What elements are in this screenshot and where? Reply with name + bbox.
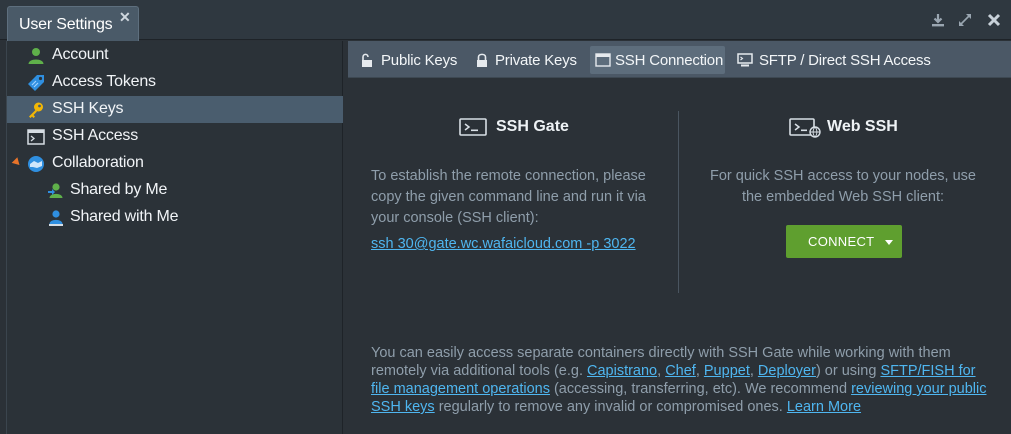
ssh-gate-line-1: To establish the remote connection, plea… — [371, 168, 646, 184]
window-tab-bar: User Settings ✕ — [0, 0, 1011, 41]
footer-sep-2: , — [695, 363, 704, 379]
sidebar-item-collaboration[interactable]: Collaboration — [7, 150, 343, 177]
tab-user-settings[interactable]: User Settings ✕ — [7, 6, 139, 41]
web-ssh-header: Web SSH — [789, 117, 929, 139]
tab-title: User Settings — [19, 16, 113, 33]
sidebar-item-label: Shared by Me — [70, 181, 168, 198]
sidebar-item-label: Collaboration — [52, 154, 144, 171]
sidebar-item-label: Access Tokens — [52, 73, 156, 90]
expand-arrow-icon[interactable] — [11, 157, 23, 168]
tab-private-keys[interactable]: Private Keys — [468, 46, 584, 74]
settings-sidebar: Account Access Tokens SSH Keys SSH Acces… — [6, 41, 343, 434]
ssh-info-footer: You can easily access separate container… — [371, 344, 991, 416]
tab-label: Public Keys — [381, 52, 458, 69]
footer-text-3: (accessing, transferring, etc). We recom… — [549, 381, 852, 397]
link-chef[interactable]: Chef — [665, 363, 696, 379]
sidebar-item-label: SSH Keys — [52, 100, 124, 117]
sidebar-item-label: Account — [52, 46, 109, 63]
window-icon — [595, 53, 611, 67]
sidebar-item-label: SSH Access — [52, 127, 139, 144]
tab-ssh-connection[interactable]: SSH Connection — [590, 46, 725, 74]
maximize-icon[interactable] — [957, 12, 973, 28]
key-icon — [29, 102, 43, 118]
sidebar-item-shared-with-me[interactable]: Shared with Me — [7, 204, 343, 231]
tab-label: SSH Connection — [615, 52, 724, 69]
connect-button[interactable]: CONNECT — [786, 225, 902, 258]
tab-sftp-direct-ssh[interactable]: SFTP / Direct SSH Access — [732, 46, 932, 74]
terminal-window-icon — [27, 129, 45, 145]
link-capistrano[interactable]: Capistrano — [587, 363, 657, 379]
sidebar-item-shared-by-me[interactable]: Shared by Me — [7, 177, 343, 204]
web-terminal-icon — [789, 118, 821, 138]
link-learn-more[interactable]: Learn More — [787, 399, 861, 415]
handshake-icon — [28, 156, 44, 172]
ssh-command-link[interactable]: ssh 30@gate.wc.wafaicloud.com -p 3022 — [371, 236, 636, 252]
close-tab-icon[interactable]: ✕ — [119, 9, 131, 26]
tab-public-keys[interactable]: Public Keys — [354, 46, 464, 74]
unlocked-icon — [362, 53, 372, 67]
received-user-icon — [49, 210, 63, 226]
panel-divider — [678, 111, 679, 293]
download-icon[interactable] — [930, 12, 946, 28]
connect-button-label: CONNECT — [808, 234, 875, 249]
web-ssh-line-2: the embedded Web SSH client: — [741, 189, 945, 205]
monitor-icon — [737, 53, 753, 67]
web-ssh-description: For quick SSH access to your nodes, use … — [693, 166, 993, 208]
web-ssh-title: Web SSH — [827, 118, 898, 135]
sidebar-item-ssh-keys[interactable]: SSH Keys — [7, 96, 343, 123]
tab-label: SFTP / Direct SSH Access — [759, 52, 931, 69]
link-puppet[interactable]: Puppet — [704, 363, 750, 379]
tab-label: Private Keys — [495, 52, 577, 69]
sidebar-item-label: Shared with Me — [70, 208, 179, 225]
web-ssh-line-1: For quick SSH access to your nodes, use — [710, 168, 976, 184]
ssh-keys-content: Public Keys Private Keys SSH Connection … — [348, 41, 1011, 434]
ssh-gate-description: To establish the remote connection, plea… — [371, 166, 671, 229]
sidebar-item-account[interactable]: Account — [7, 42, 343, 69]
tag-icon — [28, 75, 44, 91]
user-icon — [28, 48, 44, 64]
ssh-gate-title: SSH Gate — [496, 118, 569, 135]
ssh-gate-line-2: copy the given command line and run it v… — [371, 189, 646, 205]
terminal-icon — [459, 118, 487, 136]
ssh-gate-line-3: your console (SSH client): — [371, 210, 539, 226]
footer-text-4: regularly to remove any invalid or compr… — [434, 399, 787, 415]
sidebar-item-ssh-access[interactable]: SSH Access — [7, 123, 343, 150]
close-window-icon[interactable] — [986, 12, 1002, 28]
lock-icon — [477, 53, 487, 67]
caret-down-icon[interactable] — [885, 240, 893, 245]
sidebar-item-access-tokens[interactable]: Access Tokens — [7, 69, 343, 96]
shared-user-icon — [48, 183, 63, 198]
footer-text-2: ) or using — [815, 363, 881, 379]
link-deployer[interactable]: Deployer — [758, 363, 816, 379]
footer-sep-1: , — [657, 363, 666, 379]
subtab-bar: Public Keys Private Keys SSH Connection … — [348, 41, 1011, 78]
ssh-gate-header: SSH Gate — [459, 117, 599, 139]
footer-sep-3: , — [749, 363, 758, 379]
